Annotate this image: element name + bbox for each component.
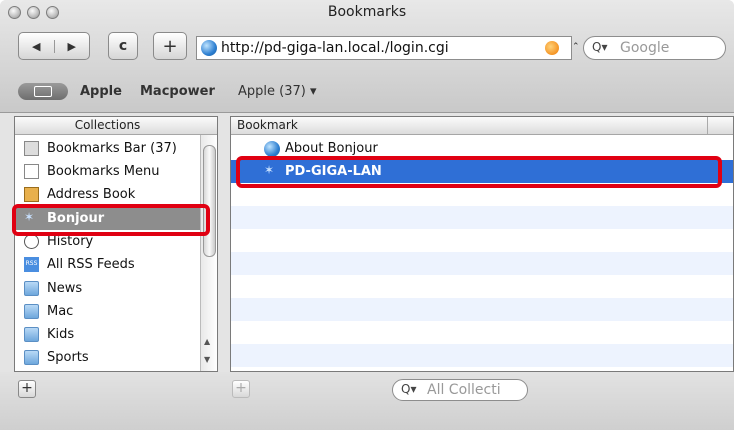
bookmark-column-header[interactable]: Bookmark bbox=[231, 117, 733, 135]
collection-item-all-rss-feeds[interactable]: RSS All RSS Feeds bbox=[15, 253, 217, 276]
empty-row bbox=[231, 298, 733, 321]
address-book-icon bbox=[24, 187, 39, 202]
highlight-box-bonjour bbox=[12, 204, 210, 236]
address-text: http://pd-giga-lan.local./login.cgi bbox=[221, 40, 449, 56]
collection-label: Address Book bbox=[47, 187, 136, 202]
bookmark-bar-item-apple[interactable]: Apple bbox=[80, 84, 122, 99]
collection-item-sports[interactable]: Sports bbox=[15, 346, 217, 369]
globe-icon bbox=[264, 141, 280, 157]
scrollbar-thumb[interactable] bbox=[203, 145, 216, 257]
folder-icon bbox=[24, 350, 39, 365]
search-placeholder: Google bbox=[620, 40, 670, 56]
empty-row bbox=[231, 229, 733, 252]
window-title: Bookmarks bbox=[327, 4, 407, 20]
collection-label: History bbox=[47, 234, 94, 249]
scroll-up-arrow-icon[interactable]: ▲ bbox=[204, 337, 210, 346]
bookmark-list-pane: Bookmark About Bonjour ✶ PD-GIGA-LAN bbox=[230, 116, 734, 372]
collection-item-address-book[interactable]: Address Book bbox=[15, 183, 217, 206]
reload-button[interactable]: c bbox=[108, 32, 138, 60]
folder-icon bbox=[24, 327, 39, 342]
empty-row bbox=[231, 275, 733, 298]
collections-pane: Collections Bookmarks Bar (37) Bookmarks… bbox=[14, 116, 218, 372]
bottom-bar: + + Q▾ All Collecti bbox=[0, 372, 734, 430]
collection-item-news[interactable]: News bbox=[15, 277, 217, 300]
add-bookmark-button[interactable]: + bbox=[232, 380, 250, 398]
highlight-box-pd-giga-lan bbox=[236, 156, 722, 188]
bookmarks-menu-icon bbox=[24, 164, 39, 179]
collection-item-bookmarks-bar[interactable]: Bookmarks Bar (37) bbox=[15, 137, 217, 160]
collection-item-mac[interactable]: Mac bbox=[15, 300, 217, 323]
pane-splitter[interactable] bbox=[219, 116, 229, 372]
empty-row bbox=[231, 321, 733, 344]
collection-item-bookmarks-menu[interactable]: Bookmarks Menu bbox=[15, 160, 217, 183]
open-book-icon bbox=[34, 86, 52, 97]
collections-scrollbar[interactable]: ▲ ▼ bbox=[200, 135, 217, 371]
forward-button[interactable]: ▶ bbox=[55, 40, 90, 53]
collection-label: Sports bbox=[47, 350, 89, 365]
search-icon[interactable]: Q▾ bbox=[592, 40, 607, 54]
collection-label: News bbox=[47, 281, 83, 296]
collection-label: Mac bbox=[47, 304, 74, 319]
back-forward-control: ◀ ▶ bbox=[18, 32, 90, 60]
collection-label: All RSS Feeds bbox=[47, 257, 135, 272]
bookmarks-window: Bookmarks ◀ ▶ c + http://pd-giga-lan.loc… bbox=[0, 0, 734, 430]
collections-header-label: Collections bbox=[74, 118, 141, 132]
bookmarks-bar-icon bbox=[24, 141, 39, 156]
add-bookmark-toolbar-button[interactable]: + bbox=[153, 32, 187, 60]
empty-row bbox=[231, 252, 733, 275]
collection-item-kids[interactable]: Kids bbox=[15, 323, 217, 346]
chevron-up-icon[interactable]: ⌃ bbox=[572, 42, 580, 52]
google-search-field[interactable]: Q▾ Google bbox=[583, 36, 726, 60]
snapback-icon[interactable] bbox=[545, 41, 559, 55]
back-button[interactable]: ◀ bbox=[19, 39, 55, 53]
empty-row bbox=[231, 206, 733, 229]
folder-icon bbox=[24, 304, 39, 319]
globe-icon bbox=[201, 40, 217, 56]
search-icon[interactable]: Q▾ bbox=[401, 382, 416, 396]
clock-icon bbox=[24, 234, 39, 249]
folder-icon bbox=[24, 281, 39, 296]
column-divider bbox=[707, 117, 708, 134]
collection-label: Bookmarks Bar (37) bbox=[47, 141, 177, 156]
bookmark-column-label: Bookmark bbox=[237, 118, 298, 132]
collection-filter-field[interactable]: Q▾ All Collecti bbox=[392, 379, 528, 401]
bookmark-bar-item-macpower[interactable]: Macpower bbox=[140, 84, 215, 99]
bookmark-bar-menu-apple[interactable]: Apple (37) ▾ bbox=[238, 84, 316, 99]
address-field[interactable]: http://pd-giga-lan.local./login.cgi bbox=[196, 36, 572, 60]
empty-row bbox=[231, 344, 733, 367]
rss-icon: RSS bbox=[24, 257, 39, 272]
bookmark-label: About Bonjour bbox=[285, 141, 378, 156]
collection-label: Bookmarks Menu bbox=[47, 164, 160, 179]
add-collection-button[interactable]: + bbox=[18, 380, 36, 398]
scroll-down-arrow-icon[interactable]: ▼ bbox=[204, 355, 210, 364]
collection-label: Kids bbox=[47, 327, 75, 342]
collections-header[interactable]: Collections bbox=[15, 117, 217, 135]
filter-placeholder: All Collecti bbox=[427, 382, 501, 398]
